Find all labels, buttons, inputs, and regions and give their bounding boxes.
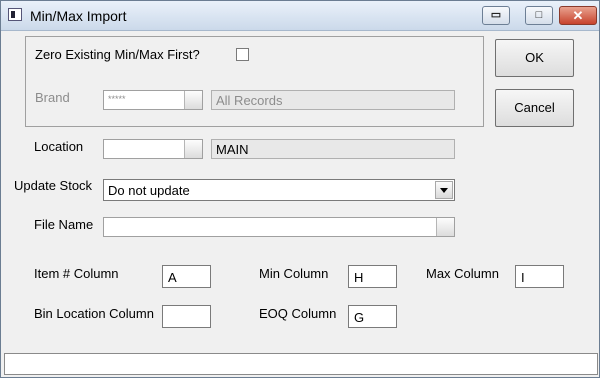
close-icon: ✕ (572, 8, 584, 23)
brand-lookup-button[interactable] (184, 91, 202, 109)
maximize-icon: □ (535, 9, 543, 21)
min-column-value: H (354, 270, 364, 285)
brand-combo[interactable]: ***** (103, 90, 203, 110)
brand-value: ***** (108, 94, 126, 104)
location-combo[interactable] (103, 139, 203, 159)
min-max-import-dialog: Min/Max Import ▭ □ ✕ Zero Existing Min/M… (0, 0, 600, 378)
min-column-label: Min Column (259, 266, 329, 281)
ok-button-label: OK (525, 50, 544, 65)
brand-description: All Records (211, 90, 455, 110)
item-column-value: A (168, 270, 177, 285)
title-bar[interactable]: Min/Max Import ▭ □ ✕ (1, 1, 599, 31)
eoq-column-label: EOQ Column (259, 306, 337, 321)
update-stock-label: Update Stock (14, 178, 93, 193)
location-label: Location (34, 139, 84, 154)
update-stock-value: Do not update (108, 183, 190, 198)
update-stock-select[interactable]: Do not update (103, 179, 455, 201)
file-name-input[interactable] (103, 217, 455, 237)
item-column-label: Item # Column (34, 266, 119, 281)
minimize-icon: ▭ (490, 9, 502, 21)
cancel-button-label: Cancel (514, 100, 555, 115)
brand-label: Brand (35, 90, 70, 105)
location-description: MAIN (211, 139, 455, 159)
zero-existing-label: Zero Existing Min/Max First? (35, 47, 200, 62)
eoq-column-value: G (354, 310, 365, 325)
maximize-button[interactable]: □ (525, 6, 553, 25)
bin-location-column-input[interactable] (162, 305, 211, 328)
max-column-input[interactable]: I (515, 265, 564, 288)
max-column-label: Max Column (426, 266, 499, 281)
dropdown-arrow-icon[interactable] (435, 181, 453, 199)
minimize-button[interactable]: ▭ (482, 6, 510, 25)
min-column-input[interactable]: H (348, 265, 397, 288)
zero-existing-checkbox[interactable] (236, 48, 249, 61)
status-bar (4, 353, 598, 375)
location-description-text: MAIN (216, 142, 249, 157)
cancel-button[interactable]: Cancel (495, 89, 574, 127)
brand-description-text: All Records (216, 93, 283, 108)
max-column-value: I (521, 270, 525, 285)
close-button[interactable]: ✕ (559, 6, 597, 25)
ok-button[interactable]: OK (495, 39, 574, 77)
window-title: Min/Max Import (30, 8, 127, 24)
file-name-label: File Name (34, 217, 94, 232)
app-icon (8, 8, 22, 21)
eoq-column-input[interactable]: G (348, 305, 397, 328)
location-lookup-button[interactable] (184, 140, 202, 158)
bin-location-column-label: Bin Location Column (34, 306, 154, 321)
browse-file-button[interactable] (436, 218, 454, 236)
item-column-input[interactable]: A (162, 265, 211, 288)
